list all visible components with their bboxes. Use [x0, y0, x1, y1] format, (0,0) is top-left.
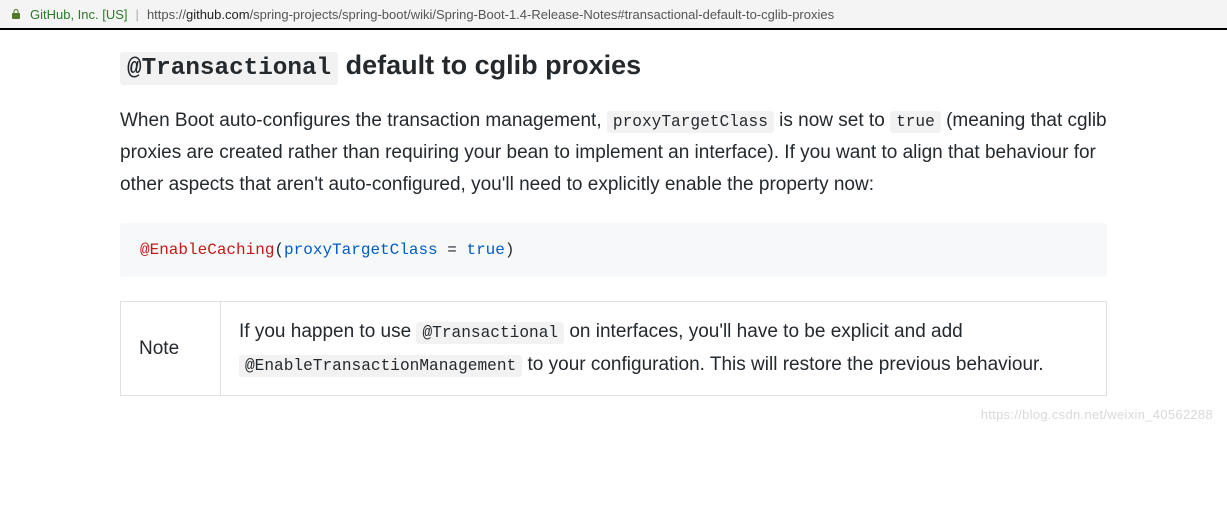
- section-heading: @Transactional default to cglib proxies: [120, 48, 1107, 85]
- watermark-text: https://blog.csdn.net/weixin_40562288: [981, 407, 1213, 422]
- code-block: @EnableCaching(proxyTargetClass = true): [120, 223, 1107, 277]
- site-identity: GitHub, Inc. [US]: [30, 7, 128, 22]
- inline-code: @Transactional: [416, 322, 564, 344]
- heading-code: @Transactional: [120, 52, 338, 85]
- note-body: If you happen to use @Transactional on i…: [221, 302, 1107, 396]
- inline-code: true: [890, 111, 941, 133]
- url-text: https://github.com/spring-projects/sprin…: [147, 7, 834, 22]
- page-content: @Transactional default to cglib proxies …: [0, 30, 1227, 426]
- browser-address-bar[interactable]: GitHub, Inc. [US] | https://github.com/s…: [0, 0, 1227, 30]
- note-label: Note: [121, 302, 221, 396]
- table-row: Note If you happen to use @Transactional…: [121, 302, 1107, 396]
- heading-text: default to cglib proxies: [338, 50, 641, 80]
- lock-icon: [10, 8, 22, 20]
- separator: |: [136, 7, 139, 22]
- inline-code: @EnableTransactionManagement: [239, 355, 522, 377]
- intro-paragraph: When Boot auto-configures the transactio…: [120, 105, 1107, 202]
- note-box: Note If you happen to use @Transactional…: [120, 301, 1107, 396]
- inline-code: proxyTargetClass: [607, 111, 774, 133]
